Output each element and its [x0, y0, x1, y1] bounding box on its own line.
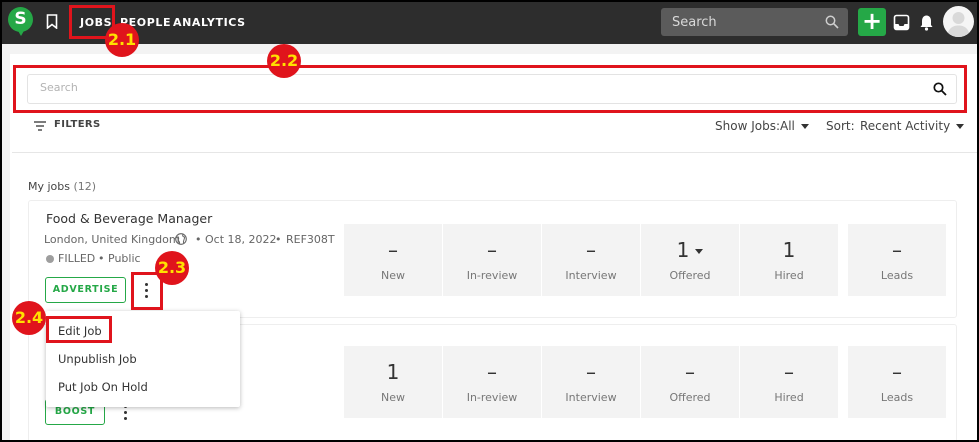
inbox-icon[interactable] [893, 14, 910, 31]
sort-dropdown[interactable]: Recent Activity [860, 119, 965, 133]
highlight-search-box [13, 65, 967, 113]
stat-value: – [892, 238, 902, 262]
annotation-badge-2-3: 2.3 [155, 251, 189, 285]
menu-item-put-job-on-hold[interactable]: Put Job On Hold [58, 380, 148, 394]
stat-in-review[interactable]: – In-review [443, 346, 541, 418]
job-visibility: Public [108, 252, 141, 265]
stat-new[interactable]: – New [344, 224, 442, 296]
job-status: FILLED [58, 252, 96, 265]
show-jobs-value: All [780, 119, 795, 133]
stat-value: – [586, 238, 596, 262]
stat-label: In-review [466, 391, 518, 404]
nav-analytics[interactable]: ANALYTICS [173, 16, 246, 29]
stat-hired[interactable]: – Hired [740, 346, 838, 418]
show-jobs-dropdown[interactable]: All [780, 119, 809, 133]
stat-value-with-dropdown: 1 [641, 238, 739, 262]
filters-button[interactable]: FILTERS [54, 119, 101, 130]
job-reference: REF308T [286, 233, 335, 246]
stat-leads[interactable]: – Leads [848, 346, 946, 418]
filter-icon[interactable] [34, 121, 46, 131]
search-icon[interactable] [825, 15, 839, 29]
job-date: Oct 18, 2022 [205, 233, 277, 246]
separator-dot: • [195, 233, 202, 246]
globe-icon [175, 233, 187, 245]
stat-offered[interactable]: 1 Offered [641, 224, 739, 296]
job-location: London, United Kingdom [44, 233, 180, 246]
stat-value: – [685, 360, 695, 384]
stat-value: – [892, 360, 902, 384]
stat-offered[interactable]: – Offered [641, 346, 739, 418]
chevron-down-icon[interactable] [695, 249, 704, 254]
stat-label: Leads [880, 391, 914, 404]
stat-label: Offered [669, 391, 711, 404]
stat-label: New [381, 269, 405, 282]
stat-value: – [586, 360, 596, 384]
bookmark-icon[interactable] [46, 14, 58, 29]
stat-value: 1 [386, 360, 400, 384]
annotation-badge-2-1: 2.1 [105, 23, 139, 57]
stat-label: Offered [669, 269, 711, 282]
user-placeholder-icon [947, 12, 970, 37]
show-jobs-label: Show Jobs: [715, 119, 780, 133]
sort-value: Recent Activity [860, 119, 951, 133]
stat-label: Leads [880, 269, 914, 282]
stat-interview[interactable]: – Interview [542, 224, 640, 296]
user-avatar[interactable] [943, 6, 974, 37]
stat-label: Hired [774, 391, 804, 404]
stat-in-review[interactable]: – In-review [443, 224, 541, 296]
app-logo[interactable]: S [8, 7, 33, 36]
jobs-count: (12) [73, 180, 97, 193]
sort-label: Sort: [826, 119, 855, 133]
stat-value: – [487, 360, 497, 384]
highlight-edit-job [46, 316, 112, 343]
stat-value: – [388, 238, 398, 262]
status-indicator [46, 255, 54, 263]
app-window: S JOBS PEOPLE ANALYTICS + [2, 2, 977, 440]
top-navigation-bar: S JOBS PEOPLE ANALYTICS + [2, 2, 977, 44]
annotation-badge-2-2: 2.2 [267, 44, 301, 78]
global-search-input[interactable] [661, 8, 848, 36]
stat-value: – [784, 360, 794, 384]
stat-value: – [487, 238, 497, 262]
separator-dot: • [98, 252, 105, 265]
section-title: My jobs [28, 180, 70, 193]
stat-interview[interactable]: – Interview [542, 346, 640, 418]
divider [12, 152, 977, 153]
chevron-down-icon [800, 124, 809, 129]
stat-leads[interactable]: – Leads [848, 224, 946, 296]
add-button[interactable]: + [858, 8, 886, 36]
stat-new[interactable]: 1 New [344, 346, 442, 418]
chevron-down-icon [956, 124, 965, 129]
stat-value: 1 [676, 238, 690, 262]
separator-dot: • [275, 233, 282, 246]
stat-label: In-review [466, 269, 518, 282]
stat-hired[interactable]: 1 Hired [740, 224, 838, 296]
stat-value: 1 [782, 238, 796, 262]
menu-item-unpublish-job[interactable]: Unpublish Job [58, 352, 137, 366]
stat-label: Interview [565, 269, 617, 282]
stat-label: New [381, 391, 405, 404]
advertise-button[interactable]: ADVERTISE [45, 277, 126, 303]
notifications-bell-icon[interactable] [918, 14, 935, 31]
my-jobs-heading: My jobs (12) [28, 180, 96, 193]
annotation-badge-2-4: 2.4 [12, 301, 46, 335]
stat-label: Hired [774, 269, 804, 282]
stat-label: Interview [565, 391, 617, 404]
job-title[interactable]: Food & Beverage Manager [46, 211, 212, 226]
